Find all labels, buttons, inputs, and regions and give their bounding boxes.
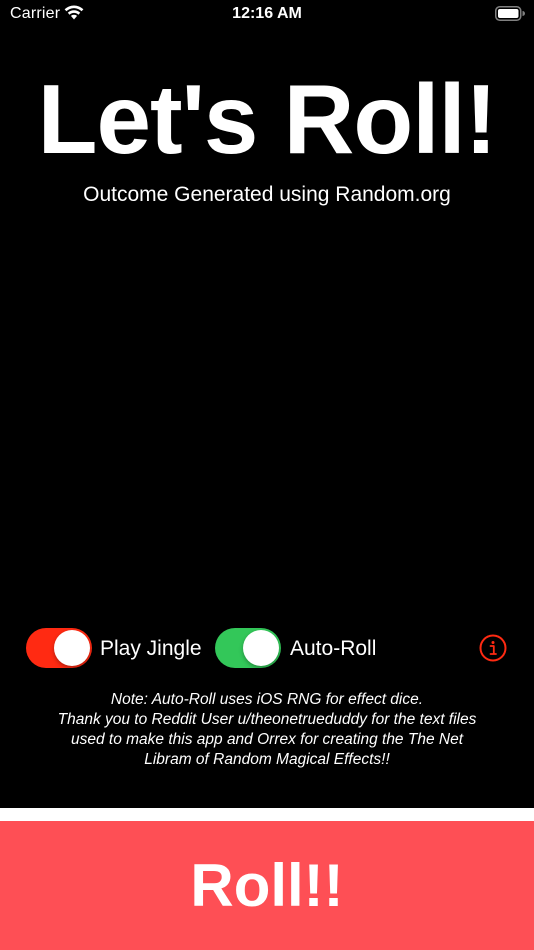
battery-icon (495, 6, 525, 26)
subtitle: Outcome Generated using Random.org (83, 183, 451, 206)
roll-button[interactable]: Roll!! (0, 821, 534, 950)
toggle-knob (54, 630, 90, 666)
divider (0, 808, 534, 821)
page-title: Let's Roll! (37, 64, 498, 174)
info-icon[interactable] (479, 634, 507, 662)
auto-roll-toggle[interactable] (215, 628, 281, 668)
status-bar: Carrier 12:16 AM (0, 0, 534, 30)
app-screen: Carrier 12:16 AM Let's Roll! Outcome Gen… (0, 0, 534, 950)
note-line: Thank you to Reddit User u/theonetruedud… (57, 711, 477, 728)
play-jingle-toggle[interactable] (26, 628, 92, 668)
status-time: 12:16 AM (232, 5, 302, 22)
note-line: used to make this app and Orrex for crea… (70, 731, 463, 748)
note-line: Libram of Random Magical Effects!! (144, 751, 390, 768)
auto-roll-label: Auto-Roll (290, 637, 377, 660)
note-line: Note: Auto-Roll uses iOS RNG for effect … (110, 691, 424, 708)
play-jingle-label: Play Jingle (100, 637, 202, 660)
toggle-knob (243, 630, 279, 666)
credits-note: Note: Auto-Roll uses iOS RNG for effect … (20, 690, 514, 770)
